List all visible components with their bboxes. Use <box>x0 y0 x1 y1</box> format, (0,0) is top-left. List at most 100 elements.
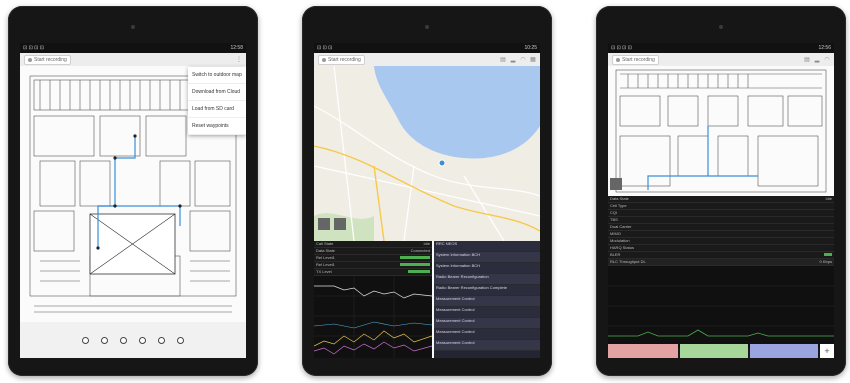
info-row: Data State Idle <box>608 196 834 203</box>
info-row: Modulation <box>608 238 834 245</box>
message-row[interactable]: Measurement Control <box>434 296 540 307</box>
info-label: TBS <box>610 217 618 222</box>
info-row: BLER <box>608 252 834 259</box>
message-row[interactable]: RRC NEOS <box>434 241 540 252</box>
level-bar <box>824 253 832 256</box>
add-tab-button[interactable]: + <box>820 344 834 358</box>
message-row[interactable]: Radio Bearer Reconfiguration <box>434 274 540 285</box>
message-text: Measurement Control <box>436 340 475 345</box>
message-row[interactable]: Measurement Control <box>434 329 540 340</box>
status-bar: ⊡ ⊡ ⊡ ⊡ 12:56 <box>608 43 834 53</box>
message-text: System Information BCH <box>436 263 481 268</box>
signal-graph <box>314 276 432 358</box>
message-text: Measurement Control <box>436 296 475 301</box>
info-value: Connected <box>410 248 430 253</box>
throughput-screen: ⊡ ⊡ ⊡ ⊡ 12:56 Start recording ▤ ▂ ◠ Data… <box>608 43 834 358</box>
layers-control <box>334 218 346 230</box>
chart-icon[interactable]: ▤ <box>804 57 810 63</box>
cell-tab[interactable] <box>680 344 748 358</box>
info-label: Modulation <box>610 238 630 243</box>
info-label: BLER <box>610 252 621 257</box>
status-time: 12:58 <box>230 45 243 51</box>
notification-icons: ⊡ ⊡ ⊡ ⊡ <box>23 45 44 51</box>
app-bar: Start recording ▤ ▂ ◠ ▦ <box>314 53 540 67</box>
record-label: Start recording <box>622 56 655 63</box>
info-label: Data State <box>610 196 629 201</box>
tablet-throughput: ⊡ ⊡ ⊡ ⊡ 12:56 Start recording ▤ ▂ ◠ Data… <box>596 6 846 376</box>
message-row[interactable]: System Information BCH <box>434 263 540 274</box>
info-label: Data State <box>316 248 335 253</box>
level-bar <box>400 256 430 259</box>
floor-dot[interactable] <box>120 336 127 344</box>
outdoor-map[interactable] <box>314 66 540 241</box>
app-bar: Start recording ▤ ▂ ◠ <box>608 53 834 67</box>
overflow-menu: Switch to outdoor map Download from Clou… <box>188 67 246 135</box>
info-row: TX Level <box>314 269 432 276</box>
record-label: Start recording <box>34 56 67 63</box>
info-label: Call State <box>316 241 334 246</box>
front-camera <box>719 25 723 29</box>
floor-dot[interactable] <box>139 336 146 344</box>
status-time: 10:25 <box>524 45 537 51</box>
message-row[interactable]: Measurement Control <box>434 318 540 329</box>
info-row: Cell Type <box>608 203 834 210</box>
front-camera <box>131 25 135 29</box>
throughput-graph <box>608 266 834 348</box>
info-row: HARQ Status <box>608 245 834 252</box>
more-options-icon[interactable]: ⋮ <box>236 57 242 63</box>
info-label: Dual Carrier <box>610 224 632 229</box>
floor-dot[interactable] <box>158 336 165 344</box>
chart-icon[interactable]: ▤ <box>500 57 506 63</box>
message-text: System Information BCH <box>436 252 481 257</box>
menu-item-download-cloud[interactable]: Download from Cloud <box>188 84 246 101</box>
floor-selector <box>20 322 246 358</box>
cell-tab[interactable] <box>608 344 678 358</box>
zoom-out-control <box>318 218 330 230</box>
info-row: Call State Idle <box>314 241 432 248</box>
message-row[interactable]: Radio Bearer Reconfiguration Complete <box>434 285 540 296</box>
floor-dot[interactable] <box>101 336 108 344</box>
grid-icon[interactable]: ▦ <box>530 57 536 63</box>
info-row: Rel Level1 <box>314 255 432 262</box>
info-row: Rel Level1 <box>314 262 432 269</box>
start-recording-button[interactable]: Start recording <box>318 54 365 65</box>
floor-dot[interactable] <box>177 336 184 344</box>
message-text: Measurement Control <box>436 329 475 334</box>
menu-item-outdoor-map[interactable]: Switch to outdoor map <box>188 67 246 84</box>
message-row[interactable]: Measurement Control <box>434 307 540 318</box>
floor-plan[interactable] <box>608 66 834 196</box>
menu-item-reset-waypoints[interactable]: Reset waypoints <box>188 118 246 135</box>
message-text: Radio Bearer Reconfiguration <box>436 274 489 279</box>
start-recording-button[interactable]: Start recording <box>24 54 71 65</box>
wifi-icon[interactable]: ◠ <box>824 57 830 63</box>
info-value: Idle <box>825 196 832 201</box>
front-camera <box>425 25 429 29</box>
floorplan-screen: ⊡ ⊡ ⊡ ⊡ 12:58 Start recording ⋮ Switch t… <box>20 43 246 358</box>
signal-icon[interactable]: ▂ <box>814 57 820 63</box>
message-text: Measurement Control <box>436 318 475 323</box>
record-icon <box>322 57 326 62</box>
status-time: 12:56 <box>818 45 831 51</box>
cell-tab[interactable] <box>750 344 818 358</box>
menu-item-load-sd[interactable]: Load from SD card <box>188 101 246 118</box>
info-label: CQI <box>610 210 618 215</box>
info-label: Rel Level1 <box>316 255 335 260</box>
record-icon <box>616 57 620 62</box>
app-bar: Start recording ⋮ <box>20 53 246 67</box>
start-recording-button[interactable]: Start recording <box>612 54 659 65</box>
signal-icon[interactable]: ▂ <box>510 57 516 63</box>
message-row[interactable]: Measurement Control <box>434 340 540 351</box>
throughput-label: RLC Throughput DL <box>610 259 646 264</box>
map-screen: ⊡ ⊡ ⊡ 10:25 Start recording ▤ ▂ ◠ ▦ Call… <box>314 43 540 358</box>
wifi-icon[interactable]: ◠ <box>520 57 526 63</box>
status-bar: ⊡ ⊡ ⊡ 10:25 <box>314 43 540 53</box>
info-label: TX Level <box>316 269 332 274</box>
info-row: TBS <box>608 217 834 224</box>
message-row[interactable]: System Information BCH <box>434 252 540 263</box>
info-row: Data State Connected <box>314 248 432 255</box>
radio-info-panel: Data State Idle Cell Type CQI TBS Dual Ca… <box>608 196 834 358</box>
tablet-map: ⊡ ⊡ ⊡ 10:25 Start recording ▤ ▂ ◠ ▦ Call… <box>302 6 552 376</box>
message-text: Measurement Control <box>436 307 475 312</box>
floor-dot[interactable] <box>82 336 89 344</box>
info-label: HARQ Status <box>610 245 635 250</box>
